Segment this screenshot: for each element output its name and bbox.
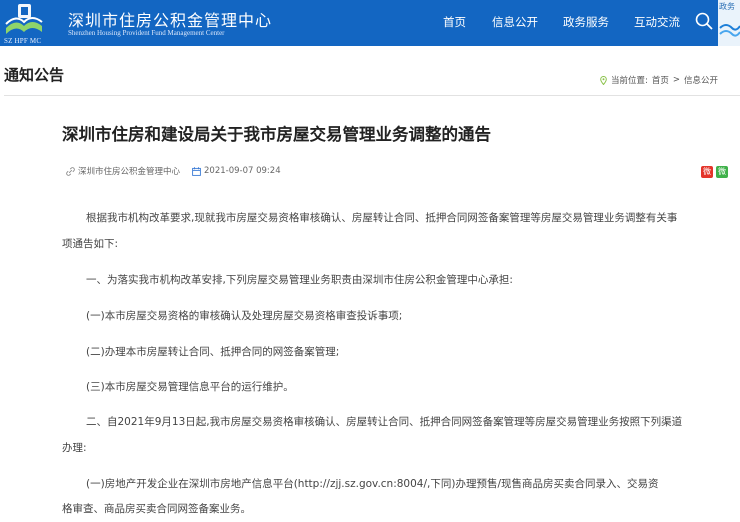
breadcrumb-home[interactable]: 首页 <box>652 74 669 86</box>
article-paragraph-line: 项通告如下: <box>62 238 119 250</box>
gov-service-badge[interactable]: 政务 <box>718 0 740 46</box>
article-paragraph-line: (二)办理本市房屋转让合同、抵押合同的网签备案管理; <box>86 346 340 358</box>
article-date: 2021-09-07 09:24 <box>204 166 281 176</box>
breadcrumb-separator: > <box>672 75 681 85</box>
article-paragraph-line: 办理: <box>62 442 87 454</box>
article-title: 深圳市住房和建设局关于我市房屋交易管理业务调整的通告 <box>62 125 491 144</box>
section-title: 通知公告 <box>4 66 65 84</box>
section-divider <box>4 95 740 96</box>
article-paragraph-line: 格审查、商品房买卖合同网签备案业务。 <box>62 503 251 515</box>
article-meta: 深圳市住房公积金管理中心 2021-09-07 09:24 <box>66 165 281 177</box>
article-paragraph-line: 一、为落实我市机构改革安排,下列房屋交易管理业务职责由深圳市住房公积金管理中心承… <box>86 274 513 286</box>
logo-icon[interactable] <box>4 2 44 36</box>
nav-home[interactable]: 首页 <box>443 0 466 46</box>
share-wechat-button[interactable]: 微 <box>716 166 728 178</box>
article-paragraph-line: (三)本市房屋交易管理信息平台的运行维护。 <box>86 381 294 393</box>
org-name-en: Shenzhen Housing Provident Fund Manageme… <box>68 29 225 37</box>
article-paragraph-line: (一)房地产开发企业在深圳市房地产信息平台(http://zjj.sz.gov.… <box>86 478 659 490</box>
weibo-icon: 微 <box>703 167 711 176</box>
breadcrumb-prefix: 当前位置: <box>611 76 648 86</box>
breadcrumb: 当前位置: 首页 > 信息公开 <box>600 74 718 86</box>
share-weibo-button[interactable]: 微 <box>701 166 713 178</box>
location-pin-icon <box>600 75 607 85</box>
article-date-group: 2021-09-07 09:24 <box>192 166 281 176</box>
site-header: SZ HPF MC 深圳市住房公积金管理中心 Shenzhen Housing … <box>0 0 740 46</box>
badge-wave-icon <box>719 24 740 37</box>
calendar-icon <box>192 166 201 176</box>
nav-interaction[interactable]: 互动交流 <box>634 0 680 46</box>
article-paragraph-line: (一)本市房屋交易资格的审核确认及处理房屋交易资格审查投诉事项; <box>86 310 403 322</box>
article-paragraph-line: 二、自2021年9月13日起,我市房屋交易资格审核确认、房屋转让合同、抵押合同网… <box>86 416 683 428</box>
breadcrumb-info-disclosure[interactable]: 信息公开 <box>684 74 718 86</box>
nav-info-disclosure[interactable]: 信息公开 <box>492 0 538 46</box>
org-name-cn[interactable]: 深圳市住房公积金管理中心 <box>68 7 272 31</box>
logo-abbreviation: SZ HPF MC <box>4 37 42 45</box>
article-paragraph-line: 根据我市机构改革要求,现就我市房屋交易资格审核确认、房屋转让合同、抵押合同网签备… <box>86 212 678 224</box>
search-icon[interactable] <box>694 11 714 31</box>
wechat-icon: 微 <box>718 167 726 176</box>
nav-government-services[interactable]: 政务服务 <box>563 0 609 46</box>
article-source: 深圳市住房公积金管理中心 <box>78 167 181 177</box>
link-icon <box>66 166 75 176</box>
